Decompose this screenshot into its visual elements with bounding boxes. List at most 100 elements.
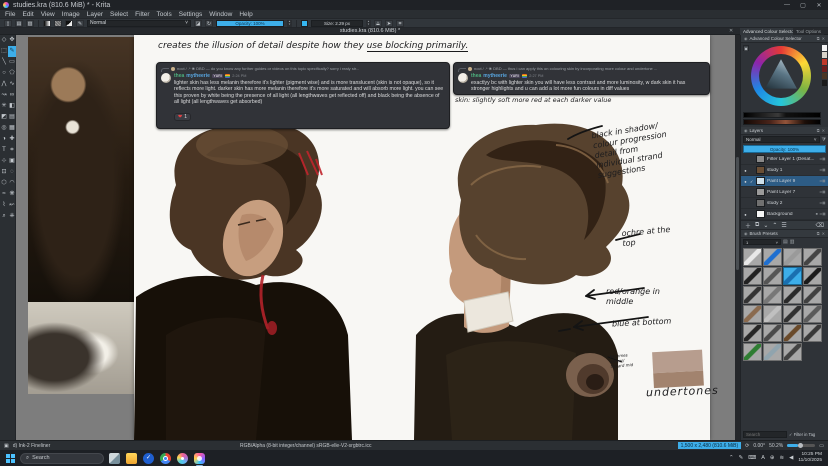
brush-preset-tile[interactable] bbox=[743, 267, 762, 285]
layer-name[interactable]: Filter Layer 1 (Desat... bbox=[767, 157, 818, 162]
layer-opacity-slider[interactable]: Opacity: 100% bbox=[743, 145, 826, 153]
freehand-path-tool[interactable]: ↝ bbox=[0, 90, 8, 101]
wifi-icon[interactable]: ≋ bbox=[780, 455, 785, 461]
polyline-tool[interactable]: ⋀ bbox=[0, 79, 8, 90]
brush-preset-tile[interactable] bbox=[743, 305, 762, 323]
delete-layer-button[interactable]: ⌫ bbox=[816, 222, 824, 229]
dynamic-brush-tool[interactable]: ∞ bbox=[8, 90, 16, 101]
layer-flags[interactable]: α▦ bbox=[820, 157, 826, 161]
colorize-mask-tool[interactable]: ◑ bbox=[0, 134, 8, 145]
menu-layer[interactable]: Layer bbox=[87, 11, 103, 18]
menu-filter[interactable]: Filter bbox=[135, 11, 149, 18]
layer-filter-icon[interactable]: ⧩ bbox=[822, 137, 826, 143]
layer-thumbnail[interactable] bbox=[756, 188, 765, 196]
close-button[interactable]: ✕ bbox=[813, 2, 825, 9]
smart-patch-tool[interactable]: ✚ bbox=[8, 134, 16, 145]
layer-thumbnail[interactable] bbox=[756, 199, 765, 207]
brush-preset-tile[interactable] bbox=[763, 286, 782, 304]
keyboard-icon[interactable]: ⌨ bbox=[748, 455, 756, 461]
layer-thumbnail[interactable] bbox=[756, 166, 765, 174]
menu-settings[interactable]: Settings bbox=[179, 11, 203, 18]
brush-presets-header[interactable]: ◉ Brush Presets ⧉ ✕ bbox=[741, 230, 828, 238]
brush-preset-tile[interactable] bbox=[743, 324, 762, 342]
maximize-button[interactable]: ▢ bbox=[797, 2, 809, 9]
bezier-tool[interactable]: ∿ bbox=[8, 79, 16, 90]
rectangle-tool[interactable]: ▭ bbox=[8, 57, 16, 68]
pan-tool[interactable]: ⎈ bbox=[8, 211, 16, 222]
layer-name[interactable]: Background bbox=[767, 212, 814, 217]
brush-preset-tile[interactable] bbox=[783, 248, 802, 266]
ime-letter-icon[interactable]: A bbox=[761, 455, 765, 461]
float-panel-icon[interactable]: ⧉ bbox=[817, 231, 820, 236]
pattern-chooser-icon[interactable] bbox=[54, 20, 62, 27]
text-tool[interactable]: T bbox=[0, 145, 8, 156]
snap-settings-icon[interactable]: ⌗ bbox=[396, 20, 404, 27]
fg-bg-color-icon[interactable] bbox=[65, 20, 73, 27]
canvas-vertical-scrollbar[interactable] bbox=[735, 35, 740, 440]
layer-flags[interactable]: α▦ bbox=[820, 190, 826, 194]
layer-blend-mode-select[interactable]: Normal˅ bbox=[743, 136, 820, 143]
layer-row[interactable]: Paint Layer 7α▦ bbox=[741, 187, 828, 198]
globe-icon[interactable]: ⊕ bbox=[770, 455, 775, 461]
menu-view[interactable]: View bbox=[41, 11, 55, 18]
layer-flags[interactable]: α▦ bbox=[820, 201, 826, 205]
layer-row[interactable]: ●✓Paint Layer 9α▦ bbox=[741, 176, 828, 187]
colour-wheel[interactable] bbox=[751, 46, 811, 106]
taskbar-app-chrome[interactable] bbox=[160, 453, 171, 464]
zoom-tool[interactable]: ⌕ bbox=[0, 211, 8, 222]
eraser-mode-icon[interactable]: ◪ bbox=[194, 20, 202, 27]
taskbar-app-krita[interactable] bbox=[194, 453, 205, 464]
brush-preset-tile[interactable] bbox=[783, 267, 802, 285]
gradient-tool[interactable]: ▤ bbox=[8, 112, 16, 123]
opacity-spinner[interactable]: ▴▾ bbox=[287, 20, 292, 27]
color-picker-tool[interactable]: ◎ bbox=[0, 123, 8, 134]
open-document-icon[interactable]: ▤ bbox=[15, 20, 23, 27]
active-brush-name[interactable]: d) Ink-2 Fineliner bbox=[13, 443, 51, 449]
layer-visibility-toggle[interactable]: ● bbox=[743, 212, 748, 217]
volume-icon[interactable]: ◀ bbox=[789, 455, 793, 461]
layer-thumbnail[interactable] bbox=[756, 210, 765, 218]
measure-tool[interactable]: ⌗ bbox=[8, 145, 16, 156]
pattern-edit-tool[interactable]: ▦ bbox=[8, 123, 16, 134]
freehand-brush-tool[interactable]: ✎ bbox=[8, 46, 16, 57]
menu-file[interactable]: File bbox=[5, 11, 15, 18]
layers-panel-header[interactable]: ◉ Layers ⧉ ✕ bbox=[741, 127, 828, 135]
brush-search-input[interactable] bbox=[743, 431, 787, 438]
multibrush-tool[interactable]: ✳ bbox=[0, 101, 8, 112]
close-panel-icon[interactable]: ✕ bbox=[822, 231, 825, 236]
similar-select-tool[interactable]: ≈ bbox=[0, 189, 8, 200]
blend-mode-select[interactable]: Normal˅ bbox=[87, 20, 191, 27]
tab-advanced-colour-selector[interactable]: Advanced Colour Selector bbox=[740, 28, 798, 35]
close-panel-icon[interactable]: ✕ bbox=[822, 36, 825, 41]
brush-preset-tile[interactable] bbox=[783, 324, 802, 342]
brush-preset-tile[interactable] bbox=[763, 343, 782, 361]
layer-thumbnail[interactable] bbox=[756, 155, 765, 163]
brush-size-field[interactable]: Size: 2.29 px bbox=[311, 20, 363, 27]
move-tool[interactable]: ✥ bbox=[8, 35, 16, 46]
brush-preset-tile[interactable] bbox=[803, 305, 822, 323]
canvas-viewport[interactable]: creates the illusion of detail despite h… bbox=[16, 35, 740, 440]
transform-tool[interactable]: ◇ bbox=[0, 35, 8, 46]
brush-preset-icon[interactable]: ▣ bbox=[4, 443, 9, 449]
mirror-tool-icon[interactable]: ⟁ bbox=[374, 20, 382, 27]
tab-tool-options[interactable]: Tool Options bbox=[793, 28, 824, 35]
advanced-colour-selector[interactable]: ▣ bbox=[741, 43, 828, 127]
layer-row[interactable]: ●Background■ α▦ bbox=[741, 209, 828, 220]
assistants-tool[interactable]: ⊹ bbox=[0, 156, 8, 167]
menu-tools[interactable]: Tools bbox=[157, 11, 172, 18]
brush-preset-tile[interactable] bbox=[803, 324, 822, 342]
brush-preset-tile[interactable] bbox=[803, 267, 822, 285]
layer-name[interactable]: Paint Layer 7 bbox=[767, 190, 818, 195]
current-color-chip[interactable] bbox=[301, 20, 308, 27]
title-bar[interactable]: studies.kra (810.6 MiB) * - Krita — ▢ ✕ bbox=[0, 0, 828, 10]
zoom-percent[interactable]: 50.2% bbox=[769, 443, 783, 449]
brush-preset-tile[interactable] bbox=[763, 267, 782, 285]
value-strip[interactable] bbox=[743, 112, 821, 118]
pen-icon[interactable]: ✎ bbox=[739, 455, 744, 461]
taskbar-app-photos[interactable] bbox=[177, 453, 188, 464]
ellipse-select-tool[interactable]: ◌ bbox=[8, 167, 16, 178]
save-document-icon[interactable]: ▨ bbox=[26, 20, 34, 27]
menu-window[interactable]: Window bbox=[209, 11, 232, 18]
menu-edit[interactable]: Edit bbox=[22, 11, 33, 18]
layer-flags[interactable]: α▦ bbox=[820, 168, 826, 172]
